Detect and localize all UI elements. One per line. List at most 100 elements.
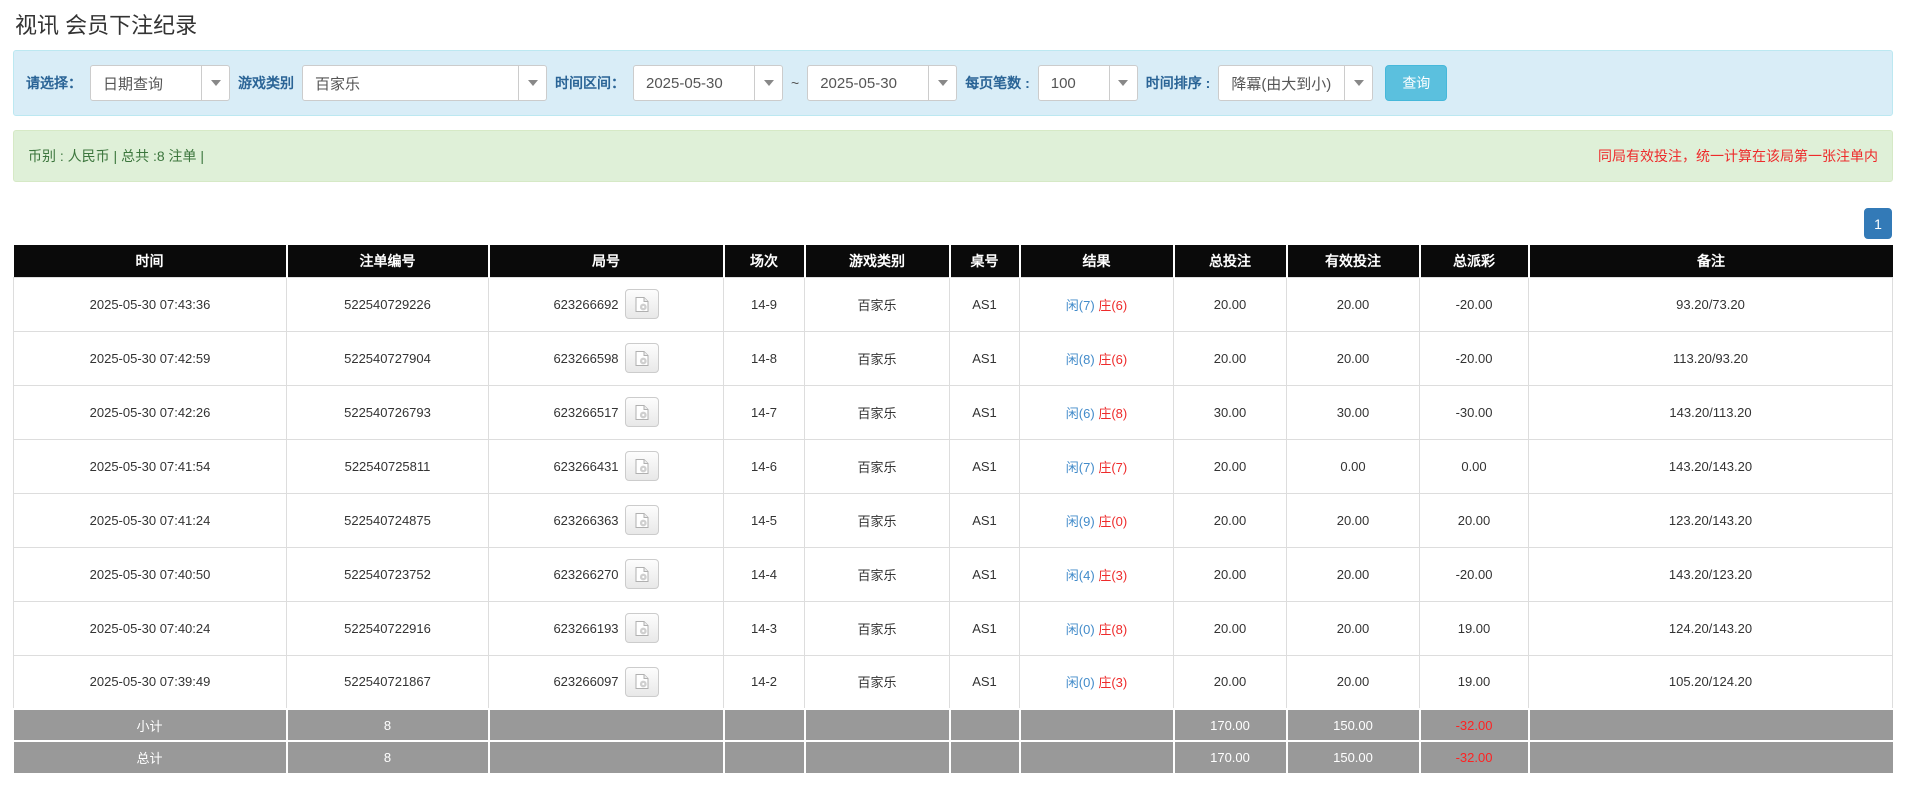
cell-session: 14-4 <box>724 547 805 601</box>
cell-remark: 93.20/73.20 <box>1529 277 1893 331</box>
date-from-input[interactable]: 2025-05-30 <box>633 65 783 101</box>
grand-total-valid-bet: 150.00 <box>1287 741 1420 773</box>
cell-round-id: 623266692 <box>489 277 724 331</box>
caret-down-icon <box>928 66 956 100</box>
cell-table-no: AS1 <box>950 655 1020 709</box>
result-player-value: 闲(7) <box>1066 298 1095 313</box>
cell-time: 2025-05-30 07:41:54 <box>14 439 287 493</box>
cell-session: 14-6 <box>724 439 805 493</box>
result-player-value: 闲(6) <box>1066 406 1095 421</box>
cell-bet-id: 522540723752 <box>287 547 489 601</box>
cell-payout: -20.00 <box>1420 277 1529 331</box>
cell-time: 2025-05-30 07:42:26 <box>14 385 287 439</box>
cell-session: 14-2 <box>724 655 805 709</box>
date-from-value: 2025-05-30 <box>634 75 735 92</box>
page-size-label: 每页笔数 : <box>965 73 1030 93</box>
result-player-value: 闲(0) <box>1066 675 1095 690</box>
cell-result: 闲(8) 庄(6) <box>1020 331 1174 385</box>
round-id-value: 623266193 <box>553 621 618 636</box>
video-record-icon[interactable] <box>625 559 659 589</box>
header-result: 结果 <box>1020 245 1174 277</box>
cell-game-type: 百家乐 <box>805 385 950 439</box>
game-type-select[interactable]: 百家乐 <box>302 65 547 101</box>
cell-result: 闲(0) 庄(3) <box>1020 655 1174 709</box>
video-record-icon[interactable] <box>625 397 659 427</box>
game-type-label: 游戏类别 <box>238 73 294 93</box>
video-record-icon[interactable] <box>625 505 659 535</box>
cell-valid-bet: 20.00 <box>1287 277 1420 331</box>
header-remark: 备注 <box>1529 245 1893 277</box>
page-number-button[interactable]: 1 <box>1864 208 1892 239</box>
table-row: 2025-05-30 07:40:24522540722916623266193… <box>14 601 1893 655</box>
round-id-value: 623266270 <box>553 567 618 582</box>
cell-total-bet: 20.00 <box>1174 331 1287 385</box>
cell-bet-id: 522540729226 <box>287 277 489 331</box>
cell-bet-id: 522540727904 <box>287 331 489 385</box>
cell-result: 闲(0) 庄(8) <box>1020 601 1174 655</box>
date-range-tilde: ~ <box>791 75 799 91</box>
cell-payout: -20.00 <box>1420 547 1529 601</box>
cell-result: 闲(7) 庄(7) <box>1020 439 1174 493</box>
result-player-value: 闲(9) <box>1066 514 1095 529</box>
table-row: 2025-05-30 07:42:26522540726793623266517… <box>14 385 1893 439</box>
result-banker-value: 庄(8) <box>1098 622 1127 637</box>
cell-total-bet: 20.00 <box>1174 439 1287 493</box>
caret-down-icon <box>754 66 782 100</box>
video-record-icon[interactable] <box>625 613 659 643</box>
cell-session: 14-5 <box>724 493 805 547</box>
page-size-value: 100 <box>1039 75 1088 92</box>
round-id-value: 623266692 <box>553 297 618 312</box>
cell-valid-bet: 0.00 <box>1287 439 1420 493</box>
cell-valid-bet: 20.00 <box>1287 493 1420 547</box>
cell-game-type: 百家乐 <box>805 655 950 709</box>
subtotal-count: 8 <box>287 709 489 741</box>
subtotal-total-bet: 170.00 <box>1174 709 1287 741</box>
subtotal-payout: -32.00 <box>1420 709 1529 741</box>
cell-time: 2025-05-30 07:41:24 <box>14 493 287 547</box>
cell-total-bet: 20.00 <box>1174 547 1287 601</box>
query-type-value: 日期查询 <box>91 73 175 94</box>
video-record-icon[interactable] <box>625 451 659 481</box>
header-bet-id: 注单编号 <box>287 245 489 277</box>
cell-round-id: 623266517 <box>489 385 724 439</box>
cell-remark: 143.20/113.20 <box>1529 385 1893 439</box>
table-row: 2025-05-30 07:39:49522540721867623266097… <box>14 655 1893 709</box>
cell-time: 2025-05-30 07:42:59 <box>14 331 287 385</box>
video-record-icon[interactable] <box>625 289 659 319</box>
page-title: 视讯 会员下注纪录 <box>13 6 1893 50</box>
cell-payout: -30.00 <box>1420 385 1529 439</box>
result-banker-value: 庄(3) <box>1098 675 1127 690</box>
video-record-icon[interactable] <box>625 343 659 373</box>
grand-total-total-bet: 170.00 <box>1174 741 1287 773</box>
sort-order-select[interactable]: 降冪(由大到小) <box>1218 65 1373 101</box>
date-to-input[interactable]: 2025-05-30 <box>807 65 957 101</box>
cell-bet-id: 522540725811 <box>287 439 489 493</box>
header-session: 场次 <box>724 245 805 277</box>
table-body: 2025-05-30 07:43:36522540729226623266692… <box>14 277 1893 709</box>
cell-table-no: AS1 <box>950 385 1020 439</box>
cell-round-id: 623266097 <box>489 655 724 709</box>
cell-payout: 19.00 <box>1420 601 1529 655</box>
cell-valid-bet: 20.00 <box>1287 547 1420 601</box>
cell-remark: 143.20/123.20 <box>1529 547 1893 601</box>
table-row: 2025-05-30 07:41:54522540725811623266431… <box>14 439 1893 493</box>
page-size-select[interactable]: 100 <box>1038 65 1138 101</box>
summary-bar: 币别 : 人民币 | 总共 :8 注单 | 同局有效投注，统一计算在该局第一张注… <box>13 130 1893 182</box>
result-banker-value: 庄(6) <box>1098 298 1127 313</box>
date-to-value: 2025-05-30 <box>808 75 909 92</box>
subtotal-valid-bet: 150.00 <box>1287 709 1420 741</box>
subtotal-row: 小计 8 170.00 150.00 -32.00 <box>14 709 1893 741</box>
query-type-select[interactable]: 日期查询 <box>90 65 230 101</box>
page-root: 视讯 会员下注纪录 请选择： 日期查询 游戏类别 百家乐 时间区间： 2025-… <box>0 0 1906 773</box>
table-footer: 小计 8 170.00 150.00 -32.00 总计 8 170.00 15… <box>14 709 1893 773</box>
result-banker-value: 庄(7) <box>1098 460 1127 475</box>
header-time: 时间 <box>14 245 287 277</box>
header-payout: 总派彩 <box>1420 245 1529 277</box>
round-id-value: 623266517 <box>553 405 618 420</box>
time-range-label: 时间区间： <box>555 73 625 93</box>
video-record-icon[interactable] <box>625 667 659 697</box>
cell-session: 14-9 <box>724 277 805 331</box>
cell-total-bet: 20.00 <box>1174 601 1287 655</box>
header-valid-bet: 有效投注 <box>1287 245 1420 277</box>
search-button[interactable]: 查询 <box>1385 65 1447 101</box>
